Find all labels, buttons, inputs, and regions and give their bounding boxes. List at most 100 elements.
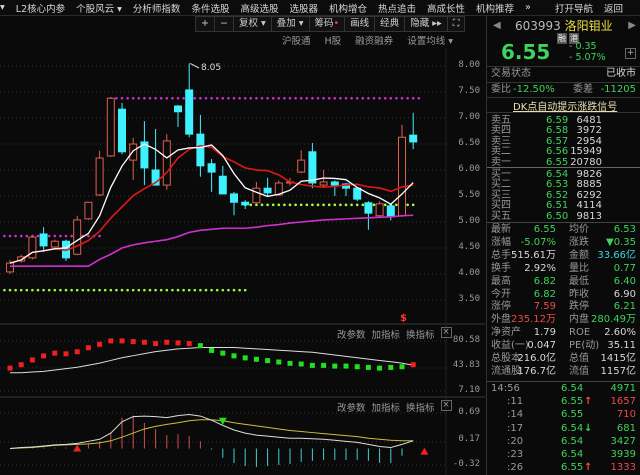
- candle-down: [409, 134, 418, 143]
- stat-value: 176.7亿: [517, 365, 556, 377]
- candle-up: [129, 143, 138, 161]
- price-tick-label: 5.00: [458, 216, 480, 226]
- stat-label: 量比: [569, 262, 589, 274]
- next-stock-icon[interactable]: ▶: [628, 20, 636, 31]
- level-dot: [395, 203, 398, 207]
- level-dot: [355, 96, 359, 100]
- indicator1-bar-red: [186, 341, 192, 347]
- indicator1-bar-red: [97, 341, 103, 347]
- stock-name: 洛阳钼业: [564, 19, 613, 33]
- switch-indicator-button[interactable]: 换指标: [406, 400, 435, 414]
- indicator1-bar-green: [197, 343, 203, 349]
- indicator1-bar-red: [130, 339, 136, 345]
- tick-volume: 681: [616, 422, 636, 434]
- edit-params-button[interactable]: 改参数: [337, 327, 366, 341]
- signal-marker: $: [400, 313, 407, 324]
- level-dot: [238, 96, 241, 100]
- price-tick-label: 7.50: [458, 86, 480, 96]
- switch-indicator-button[interactable]: 换指标: [406, 327, 435, 341]
- level-dot: [204, 96, 208, 100]
- indicator1-bar-red: [29, 357, 35, 363]
- stat-label: 最低: [569, 275, 589, 287]
- level-dot: [70, 234, 73, 238]
- candle-down: [174, 105, 182, 113]
- level-dot: [305, 96, 309, 100]
- level-dot: [221, 96, 225, 100]
- level-dot: [176, 288, 180, 292]
- level-dot: [8, 234, 12, 238]
- indicator2-tick-label: 0.17: [458, 433, 480, 444]
- level-dot: [109, 288, 113, 292]
- close-icon[interactable]: ×: [440, 327, 452, 338]
- indicator1-bar-red: [108, 338, 114, 344]
- price-change: - 0.35: [569, 41, 597, 52]
- level-dot: [81, 288, 85, 292]
- level-dot: [361, 96, 365, 100]
- indicator1-bar-green: [253, 356, 259, 362]
- indicator1-bar-green: [265, 358, 271, 364]
- level-dot: [249, 96, 253, 100]
- tick-price: 6.55: [561, 396, 584, 408]
- stat-label: 跌停: [569, 301, 589, 313]
- stat-label: PE(动): [569, 340, 600, 352]
- stat-value: ▼0.35: [606, 236, 636, 248]
- indicator2-header: 改参数 加指标 换指标 ×: [337, 400, 452, 414]
- level-dot: [154, 288, 157, 292]
- level-dot: [215, 96, 219, 100]
- level-dot: [260, 96, 264, 100]
- price-tick-label: 5.50: [458, 190, 480, 200]
- edit-params-button[interactable]: 改参数: [337, 400, 366, 414]
- indicator1-bar-red: [52, 350, 58, 356]
- level-dot: [344, 203, 348, 207]
- tick-volume: 1657: [610, 396, 636, 408]
- quote-panel: ◀ ▶ 603993 洛阳钼业 融 港 6.55 - 0.35 - 5.07% …: [486, 16, 640, 475]
- indicator1-tick-label: 80.58: [452, 335, 480, 345]
- level-dot: [70, 288, 73, 292]
- level-dot: [406, 96, 409, 100]
- level-dot: [87, 288, 90, 292]
- stat-label: 均价: [569, 224, 589, 235]
- close-icon[interactable]: ×: [440, 400, 452, 411]
- candle-down: [118, 108, 126, 153]
- add-indicator-button[interactable]: 加指标: [372, 400, 401, 414]
- stat-value: 1.79: [533, 327, 556, 339]
- stat-row: 净资产 1.79 ROE 2.60%: [491, 327, 636, 339]
- stat-value: 6.90: [613, 288, 636, 300]
- stat-row: 今开 6.82 昨收 6.90: [491, 289, 636, 301]
- indicator1-bar-green: [220, 350, 226, 356]
- dk-signal-banner[interactable]: DK点自动提示涨跌信号: [513, 98, 617, 113]
- level-dot: [143, 96, 146, 100]
- back-button[interactable]: 返回: [604, 4, 623, 15]
- margin-badge: 融: [557, 33, 567, 44]
- stat-value: 515.61万: [511, 249, 556, 261]
- indicator1-bar-red: [119, 338, 125, 344]
- level-dot: [159, 288, 163, 292]
- level-dot: [327, 96, 331, 100]
- add-indicator-button[interactable]: 加指标: [372, 327, 401, 341]
- candle-down: [308, 151, 317, 184]
- stat-value: 0.047: [527, 340, 556, 352]
- level-dot: [288, 203, 292, 207]
- stat-value: -5.07%: [520, 236, 556, 248]
- level-dot: [165, 288, 169, 292]
- price-tick-label: 6.00: [458, 164, 480, 174]
- level-dot: [204, 288, 208, 292]
- indicator1-bar-green: [321, 362, 327, 368]
- menu-more[interactable]: »: [525, 2, 531, 13]
- open-nav-button[interactable]: 打开导航: [555, 4, 593, 15]
- add-watchlist-button[interactable]: +: [625, 48, 636, 59]
- level-dot: [299, 203, 303, 207]
- prev-stock-icon[interactable]: ◀: [493, 20, 501, 31]
- level-dot: [333, 203, 337, 207]
- tick-row: :11 6.55 ↑ 1657: [491, 396, 636, 408]
- level-dot: [311, 96, 314, 100]
- level-dot: [25, 234, 29, 238]
- level-dot: [333, 96, 337, 100]
- level-dot: [372, 203, 376, 207]
- level-dot: [59, 288, 62, 292]
- indicator1-bar-red: [410, 362, 416, 368]
- level-dot: [406, 203, 409, 207]
- candle-down: [207, 163, 216, 173]
- level-dot: [316, 203, 320, 207]
- candle-down: [353, 187, 362, 200]
